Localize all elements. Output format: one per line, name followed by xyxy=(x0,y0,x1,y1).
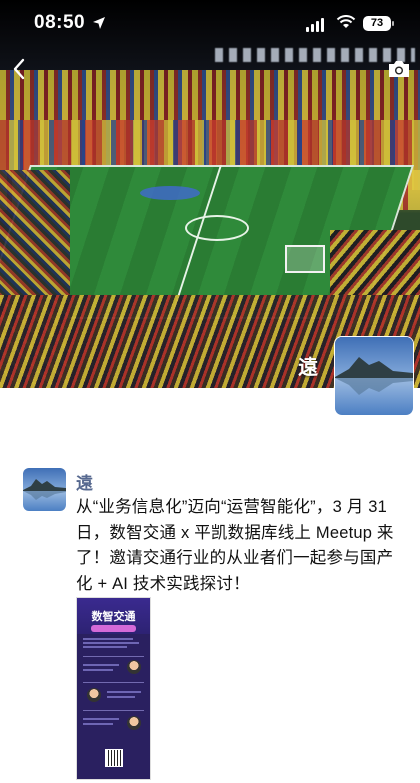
poster-divider xyxy=(83,682,144,683)
stadium-lights xyxy=(215,48,415,62)
post-author-avatar[interactable] xyxy=(23,468,66,511)
post-image[interactable]: 数智交通 xyxy=(76,597,151,780)
battery-icon: 73 xyxy=(363,16,391,31)
profile-avatar[interactable] xyxy=(334,336,414,416)
status-time: 08:50 xyxy=(34,12,86,33)
camera-icon[interactable] xyxy=(386,58,412,80)
poster-speaker-line xyxy=(83,718,119,720)
status-bar: 08:50 73 xyxy=(0,0,420,48)
post-text: 从“业务信息化”迈向“运营智能化”，3 月 31 日，数智交通 x 平凯数据库线… xyxy=(76,498,394,593)
poster-text-line xyxy=(83,638,133,640)
mountain-graphic xyxy=(23,479,66,500)
mountain-graphic xyxy=(335,357,413,395)
poster-title: 数智交通 xyxy=(91,611,136,623)
speaker-photo xyxy=(87,688,101,702)
poster-speaker-line xyxy=(83,669,113,671)
location-arrow-icon xyxy=(93,17,105,29)
poster-divider xyxy=(83,656,144,657)
post-author-name[interactable]: 遠 xyxy=(76,469,93,494)
goal-net xyxy=(285,245,325,273)
poster-speaker-line xyxy=(83,664,119,666)
poster-divider xyxy=(83,710,144,711)
poster-qr-code xyxy=(105,749,123,767)
speaker-photo xyxy=(127,716,141,730)
poster-text-line xyxy=(83,642,139,644)
poster-subtitle-pill xyxy=(91,625,136,632)
cover-user-name: 遠 xyxy=(298,357,318,379)
speaker-photo xyxy=(127,660,141,674)
back-arrow-icon xyxy=(13,58,25,80)
wifi-icon xyxy=(336,15,356,28)
poster-speaker-line xyxy=(107,696,135,698)
cover-photo[interactable] xyxy=(0,0,420,388)
back-button[interactable] xyxy=(8,56,30,82)
poster-speaker-line xyxy=(107,691,141,693)
poster-text-line xyxy=(83,646,127,648)
signal-icon xyxy=(306,18,324,32)
pitch-centre-circle xyxy=(185,215,249,241)
poster-speaker-line xyxy=(83,723,113,725)
pitch-logo xyxy=(140,186,200,200)
battery-tip xyxy=(392,21,394,26)
